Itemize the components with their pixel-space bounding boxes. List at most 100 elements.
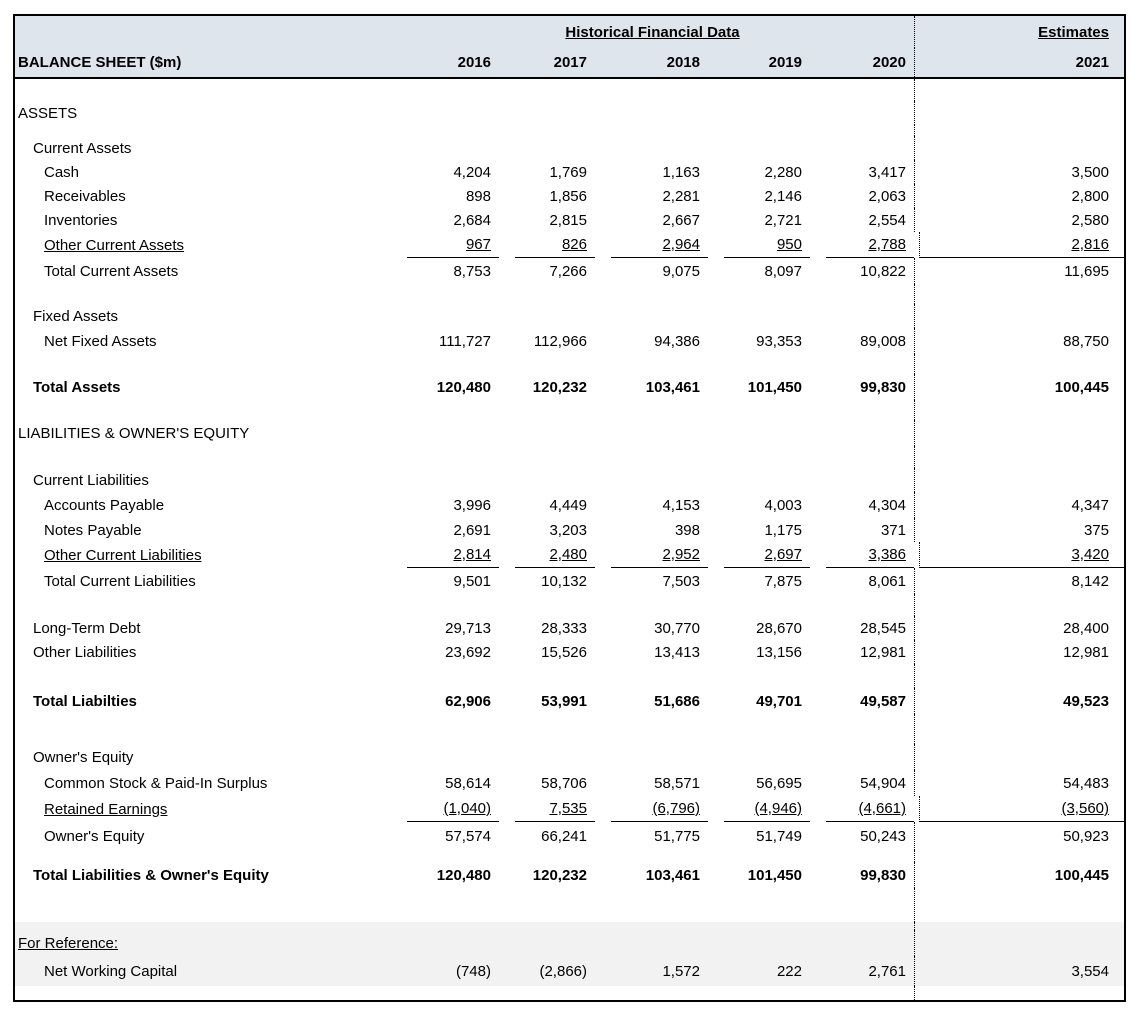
cell-total-liabilities-owner-s-equity-2021: 100,445 (914, 862, 1124, 888)
cell-liabilities-owner-s-equity-2018 (595, 420, 708, 446)
cell-value: 93,353 (756, 334, 802, 349)
spacer-cell (15, 888, 914, 922)
spacer-cell (15, 400, 914, 420)
row-label-text: Total Current Assets (44, 264, 178, 279)
cell-value: 2,788 (868, 237, 906, 252)
cell-total-assets-2017: 120,232 (499, 374, 595, 400)
cell-net-working-capital-2021: 3,554 (914, 956, 1124, 986)
table-row: Other Current Liabilities2,8142,4802,952… (15, 542, 1124, 568)
cell-value: 101,450 (748, 868, 802, 883)
spacer-cell-estimate (914, 594, 1124, 616)
cell-value: 8,061 (868, 574, 906, 589)
table-row: Inventories2,6842,8152,6672,7212,5542,58… (15, 208, 1124, 232)
cell-value: 967 (466, 237, 491, 252)
row-label-notes-payable: Notes Payable (15, 518, 391, 542)
table-row: Owner's Equity57,57466,24151,77551,74950… (15, 822, 1124, 850)
row-label-text: Other Current Liabilities (44, 548, 202, 563)
table-row: Cash4,2041,7691,1632,2803,4173,500 (15, 160, 1124, 184)
cell-value: 2,815 (549, 213, 587, 228)
balance-sheet-table: Historical Financial Data Estimates BALA… (13, 14, 1126, 1002)
cell-retained-earnings-2019: (4,946) (724, 796, 810, 822)
cell-notes-payable-2020: 371 (810, 518, 914, 542)
row-label-text: For Reference: (18, 936, 118, 951)
cell-cash-2020: 3,417 (810, 160, 914, 184)
cell-for-reference-2020 (810, 930, 914, 956)
cell-net-fixed-assets-2017: 112,966 (499, 328, 595, 354)
spacer-row (15, 594, 1124, 616)
row-label-text: Total Current Liabilities (44, 574, 196, 589)
spacer-row (15, 79, 1124, 101)
cell-notes-payable-2018: 398 (595, 518, 708, 542)
cell-value: (4,946) (754, 801, 802, 816)
cell-owner-s-equity-2020 (810, 744, 914, 770)
cell-value: (3,560) (1061, 801, 1109, 816)
cell-value: 23,692 (445, 645, 491, 660)
cell-value: 66,241 (541, 829, 587, 844)
cell-value: 1,163 (662, 165, 700, 180)
cell-total-current-liabilities-2018: 7,503 (595, 568, 708, 594)
cell-value: 4,304 (868, 498, 906, 513)
spacer-cell (15, 664, 914, 688)
row-label-long-term-debt: Long-Term Debt (15, 616, 391, 640)
cell-value: 826 (562, 237, 587, 252)
row-label-total-assets: Total Assets (15, 374, 391, 400)
cell-total-liabilties-2016: 62,906 (391, 688, 499, 714)
cell-total-current-assets-2017: 7,266 (499, 258, 595, 284)
cell-value: 7,875 (764, 574, 802, 589)
cell-value: 50,923 (1063, 829, 1109, 844)
cell-assets-2016 (391, 101, 499, 125)
cell-value: 100,445 (1055, 868, 1109, 883)
cell-for-reference-2017 (499, 930, 595, 956)
cell-value: (1,040) (443, 801, 491, 816)
cell-value: 51,686 (654, 694, 700, 709)
row-label-fixed-assets: Fixed Assets (15, 304, 391, 328)
cell-assets-2021 (914, 101, 1124, 125)
row-label-liabilities-owner-s-equity: LIABILITIES & OWNER'S EQUITY (15, 420, 391, 446)
row-label-text: Notes Payable (44, 523, 142, 538)
cell-value: 100,445 (1055, 380, 1109, 395)
cell-value: 9,501 (453, 574, 491, 589)
cell-value: (4,661) (858, 801, 906, 816)
table-row: Common Stock & Paid-In Surplus58,61458,7… (15, 770, 1124, 796)
cell-accounts-payable-2017: 4,449 (499, 492, 595, 518)
spacer-cell-estimate (914, 354, 1124, 374)
cell-notes-payable-2017: 3,203 (499, 518, 595, 542)
cell-value: 4,003 (764, 498, 802, 513)
cell-for-reference-2021 (914, 930, 1124, 956)
cell-value: 29,713 (445, 621, 491, 636)
cell-value: 3,386 (868, 547, 906, 562)
cell-value: 8,097 (764, 264, 802, 279)
row-label-text: Total Assets (33, 380, 121, 395)
cell-value: 120,480 (437, 380, 491, 395)
cell-value: 4,449 (549, 498, 587, 513)
cell-total-current-assets-2016: 8,753 (391, 258, 499, 284)
estimates-title-text: Estimates (1038, 24, 1109, 41)
cell-other-current-assets-2016: 967 (407, 232, 499, 258)
cell-fixed-assets-2016 (391, 304, 499, 328)
estimates-title: Estimates (914, 16, 1124, 48)
row-label-text: Inventories (44, 213, 117, 228)
row-label-total-liabilties: Total Liabilties (15, 688, 391, 714)
cell-value: 56,695 (756, 776, 802, 791)
row-label-text: Other Current Assets (44, 238, 184, 253)
row-label-text: Long-Term Debt (33, 621, 141, 636)
cell-other-current-assets-2020: 2,788 (826, 232, 914, 258)
table-row: Current Assets (15, 136, 1124, 160)
cell-for-reference-2019 (708, 930, 810, 956)
cell-fixed-assets-2018 (595, 304, 708, 328)
cell-receivables-2018: 2,281 (595, 184, 708, 208)
year-header-2020: 2020 (810, 48, 914, 77)
cell-value: 222 (777, 964, 802, 979)
cell-retained-earnings-2020: (4,661) (826, 796, 914, 822)
cell-net-working-capital-2020: 2,761 (810, 956, 914, 986)
spacer-row (15, 850, 1124, 862)
cell-value: 58,706 (541, 776, 587, 791)
cell-value: 28,670 (756, 621, 802, 636)
cell-value: 120,480 (437, 868, 491, 883)
cell-value: 7,535 (549, 801, 587, 816)
cell-owner-s-equity-2021: 50,923 (914, 822, 1124, 850)
cell-value: 10,132 (541, 574, 587, 589)
cell-total-liabilties-2017: 53,991 (499, 688, 595, 714)
cell-value: 375 (1084, 523, 1109, 538)
cell-current-assets-2020 (810, 136, 914, 160)
